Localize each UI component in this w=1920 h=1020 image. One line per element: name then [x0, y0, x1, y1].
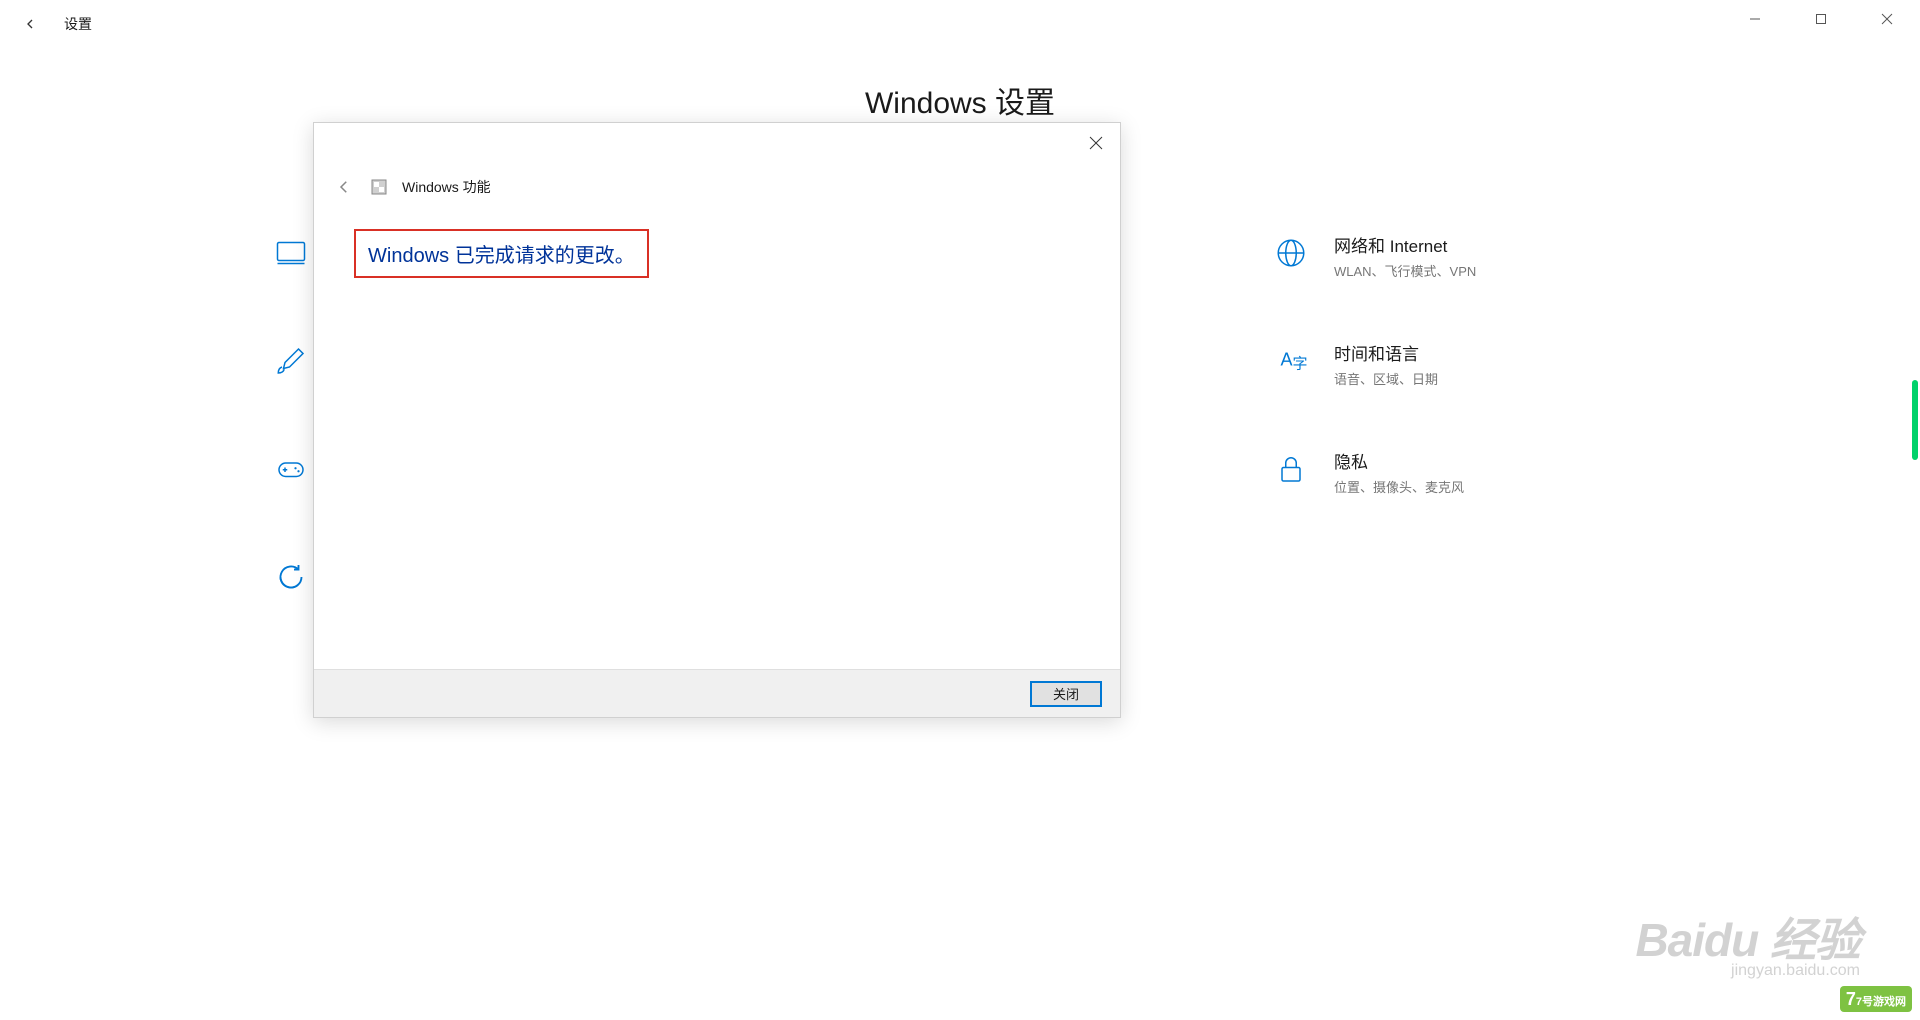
refresh-icon — [270, 556, 312, 598]
scrollbar-thumb[interactable] — [1912, 380, 1918, 460]
arrow-left-icon — [335, 178, 353, 196]
minimize-icon — [1749, 13, 1761, 25]
close-window-button[interactable] — [1864, 4, 1910, 34]
back-button[interactable] — [8, 2, 52, 46]
dialog-footer: 关闭 — [314, 669, 1120, 717]
windows-features-icon — [370, 178, 388, 196]
setting-desc: 语音、区域、日期 — [1334, 369, 1438, 388]
paintbrush-icon — [270, 340, 312, 382]
dialog-back-button[interactable] — [332, 175, 356, 199]
watermark-url: jingyan.baidu.com — [1635, 962, 1860, 980]
watermark-baidu: Baidu 经验 jingyan.baidu.com — [1635, 904, 1860, 980]
svg-text:字: 字 — [1293, 356, 1308, 373]
setting-desc: 位置、摄像头、麦克风 — [1334, 477, 1464, 496]
time-language-icon: A字 — [1270, 340, 1312, 382]
window-title: 设置 — [64, 14, 92, 34]
globe-icon — [1270, 232, 1312, 274]
close-icon — [1881, 13, 1893, 25]
setting-title: 时间和语言 — [1334, 340, 1438, 365]
dialog-titlebar — [314, 123, 1120, 163]
dialog-header-row: Windows 功能 — [314, 163, 1120, 199]
watermark-text: Baidu 经验 — [1635, 914, 1860, 966]
arrow-left-icon — [22, 16, 38, 32]
titlebar: 设置 — [0, 0, 1920, 48]
maximize-button[interactable] — [1798, 4, 1844, 34]
setting-title: 隐私 — [1334, 448, 1464, 473]
setting-desc: WLAN、飞行模式、VPN — [1334, 261, 1476, 280]
dialog-body: Windows 已完成请求的更改。 — [314, 199, 1120, 669]
setting-item-network[interactable]: 网络和 Internet WLAN、飞行模式、VPN — [1270, 232, 1650, 280]
maximize-icon — [1815, 13, 1827, 25]
dialog-close-action-button[interactable]: 关闭 — [1030, 681, 1102, 707]
page-title: Windows 设置 — [0, 78, 1920, 122]
dialog-title: Windows 功能 — [402, 177, 491, 197]
setting-title: 网络和 Internet — [1334, 232, 1476, 257]
windows-features-dialog: Windows 功能 Windows 已完成请求的更改。 关闭 — [313, 122, 1121, 718]
window-controls — [1732, 4, 1910, 34]
setting-item-time-language[interactable]: A字 时间和语言 语音、区域、日期 — [1270, 340, 1650, 388]
watermark-7game: 77号游戏网 — [1840, 986, 1912, 1012]
minimize-button[interactable] — [1732, 4, 1778, 34]
setting-item-privacy[interactable]: 隐私 位置、摄像头、麦克风 — [1270, 448, 1650, 496]
highlight-annotation: Windows 已完成请求的更改。 — [354, 229, 649, 278]
svg-text:A: A — [1281, 350, 1293, 370]
watermark-7game-text: 7号游戏网 — [1856, 996, 1906, 1008]
system-icon — [270, 232, 312, 274]
gamepad-icon — [270, 448, 312, 490]
lock-icon — [1270, 448, 1312, 490]
status-message: Windows 已完成请求的更改。 — [368, 245, 635, 267]
close-icon — [1089, 136, 1103, 150]
dialog-close-button[interactable] — [1076, 123, 1116, 163]
